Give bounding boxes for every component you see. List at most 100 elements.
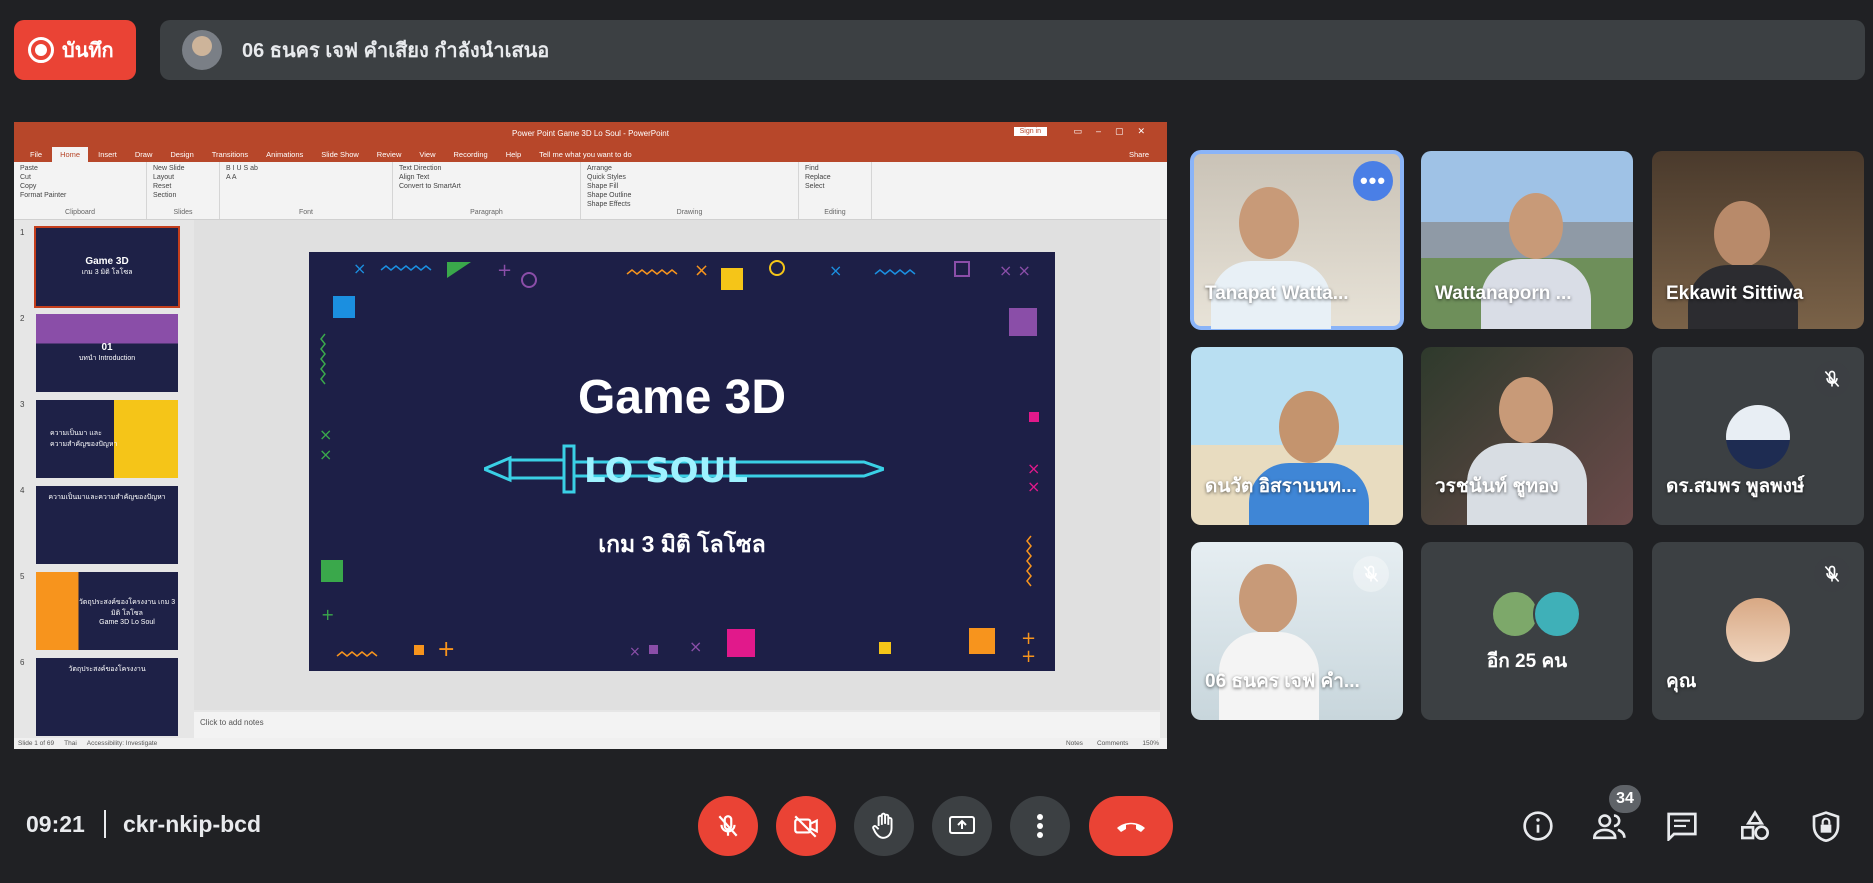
thumbnail-sub: Game 3D Lo Soul	[99, 618, 155, 626]
status-comments[interactable]: Comments	[1097, 740, 1128, 747]
mic-muted-icon	[1353, 556, 1389, 592]
ppt-tab-home[interactable]: Home	[52, 147, 89, 162]
info-icon	[1523, 811, 1553, 841]
more-options-icon[interactable]: •••	[1353, 161, 1393, 201]
thumbnail-number: 3	[20, 400, 25, 409]
svg-text:+: +	[321, 605, 334, 624]
ribbon-cut[interactable]: Cut	[20, 174, 140, 181]
thumbnail-row[interactable]: 1 Game 3D เกม 3 มิติ โลโซล	[20, 226, 184, 308]
participant-tile[interactable]: ••• Tanapat Watta...	[1190, 150, 1404, 330]
presenter-banner: 06 ธนคร เจฟ คำเสียง กำลังนำเสนอ	[160, 20, 1865, 80]
host-controls-button[interactable]	[1806, 806, 1846, 846]
thumbnail-row[interactable]: 3 ความเป็นมา และ ความสำคัญของปัญหา	[20, 400, 184, 478]
thumbnail-row[interactable]: 6 วัตถุประสงค์ของโครงงาน	[20, 658, 184, 736]
slide-thumbnail[interactable]: ความเป็นมา และ ความสำคัญของปัญหา	[36, 400, 178, 478]
slide-thumbnail[interactable]: 01 บทนำ Introduction	[36, 314, 178, 392]
ppt-tell-me[interactable]: Tell me what you want to do	[531, 147, 640, 162]
svg-text:×: ×	[694, 260, 709, 281]
meeting-info-button[interactable]	[1518, 806, 1558, 846]
ppt-ribbon: Paste Cut Copy Format Painter Clipboard …	[14, 162, 1167, 220]
ribbon-shape-fill[interactable]: Shape Fill	[587, 183, 792, 190]
thumbnail-title: ความเป็นมา และ ความสำคัญของปัญหา	[50, 430, 118, 448]
ribbon-reset[interactable]: Reset	[153, 183, 213, 190]
ribbon-smartart[interactable]: Convert to SmartArt	[399, 183, 574, 190]
slide-subtitle: เกม 3 มิติ โลโซล	[598, 531, 766, 557]
participant-tile[interactable]: ดร.สมพร พูลพงษ์	[1652, 347, 1864, 525]
chat-button[interactable]	[1662, 806, 1702, 846]
participant-name: วรชนันท์ ชูทอง	[1435, 476, 1559, 497]
ppt-tab-help[interactable]: Help	[498, 147, 529, 162]
ribbon-align-text[interactable]: Align Text	[399, 174, 574, 181]
ribbon-shape-outline[interactable]: Shape Outline	[587, 192, 792, 199]
ppt-tab-recording[interactable]: Recording	[446, 147, 496, 162]
ppt-tab-insert[interactable]: Insert	[90, 147, 125, 162]
slide-thumbnail[interactable]: วัตถุประสงค์ของโครงงาน	[36, 658, 178, 736]
notes-pane[interactable]: Click to add notes	[194, 712, 1160, 738]
status-language: Thai	[64, 740, 77, 747]
participant-avatar	[1533, 590, 1581, 638]
thumbnail-row[interactable]: 2 01 บทนำ Introduction	[20, 314, 184, 392]
thumbnail-title: วัตถุประสงค์ของโครงงาน เกม 3 มิติ โลโซล	[78, 598, 176, 617]
status-notes[interactable]: Notes	[1066, 740, 1083, 747]
svg-text:+: +	[1021, 646, 1036, 667]
more-participants-count: อีก 25 คน	[1486, 651, 1568, 672]
ppt-tab-view[interactable]: View	[411, 147, 443, 162]
slide-thumbnail[interactable]: วัตถุประสงค์ของโครงงาน เกม 3 มิติ โลโซล …	[36, 572, 178, 650]
mic-toggle-button[interactable]	[698, 796, 758, 856]
window-controls-icon[interactable]: ▭–▢✕	[1073, 126, 1159, 137]
ribbon-layout[interactable]: Layout	[153, 174, 213, 181]
ribbon-text-direction[interactable]: Text Direction	[399, 165, 574, 172]
svg-text:×: ×	[319, 445, 332, 464]
status-accessibility[interactable]: Accessibility: Investigate	[87, 740, 157, 747]
mic-muted-icon	[1814, 556, 1850, 592]
ribbon-shape-effects[interactable]: Shape Effects	[587, 201, 792, 208]
participant-tile[interactable]: วรชนันท์ ชูทอง	[1421, 347, 1633, 525]
ppt-tab-review[interactable]: Review	[369, 147, 410, 162]
participant-tile[interactable]: อีก 25 คน	[1421, 542, 1633, 720]
participant-tile[interactable]: 06 ธนคร เจฟ คำ...	[1191, 542, 1403, 720]
ribbon-group-label: Drawing	[676, 209, 703, 216]
ribbon-paste[interactable]: Paste	[20, 165, 140, 172]
more-options-button[interactable]	[1010, 796, 1070, 856]
ppt-tab-file[interactable]: File	[22, 147, 50, 162]
thumbnail-row[interactable]: 4 ความเป็นมาและความสำคัญของปัญหา	[20, 486, 184, 564]
participant-tile[interactable]: คุณ	[1652, 542, 1864, 720]
record-button[interactable]: บันทึก	[14, 20, 136, 80]
svg-text:×: ×	[829, 261, 842, 280]
activities-button[interactable]	[1735, 806, 1775, 846]
ppt-share-button[interactable]: Share	[1121, 147, 1157, 162]
ribbon-find[interactable]: Find	[805, 165, 865, 172]
ppt-tab-animations[interactable]: Animations	[258, 147, 311, 162]
slide-thumbnail[interactable]: Game 3D เกม 3 มิติ โลโซล	[34, 226, 180, 308]
leave-call-button[interactable]	[1089, 796, 1173, 856]
participant-tile[interactable]: ดนวัต อิสรานนท...	[1191, 347, 1403, 525]
ribbon-new-slide[interactable]: New Slide	[153, 165, 213, 172]
camera-toggle-button[interactable]	[776, 796, 836, 856]
slide-thumbnail[interactable]: ความเป็นมาและความสำคัญของปัญหา	[36, 486, 178, 564]
ppt-tab-transitions[interactable]: Transitions	[204, 147, 256, 162]
people-icon	[1593, 814, 1626, 840]
ppt-tab-draw[interactable]: Draw	[127, 147, 161, 162]
sword-logo-text: LO SOUL	[584, 451, 748, 491]
ppt-tab-design[interactable]: Design	[162, 147, 201, 162]
ribbon-replace[interactable]: Replace	[805, 174, 865, 181]
ribbon-font-size[interactable]: A A	[226, 174, 386, 181]
participant-tile[interactable]: Ekkawit Sittiwa	[1652, 151, 1864, 329]
ppt-ribbon-tabs: File Home Insert Draw Design Transitions…	[14, 144, 1167, 162]
ribbon-format-painter[interactable]: Format Painter	[20, 192, 140, 199]
status-zoom[interactable]: 150%	[1142, 740, 1159, 747]
ribbon-quick-styles[interactable]: Quick Styles	[587, 174, 792, 181]
ppt-signin-button[interactable]: Sign in	[1013, 127, 1047, 136]
ribbon-arrange[interactable]: Arrange	[587, 165, 792, 172]
thumbnail-row[interactable]: 5 วัตถุประสงค์ของโครงงาน เกม 3 มิติ โลโซ…	[20, 572, 184, 650]
ribbon-section[interactable]: Section	[153, 192, 213, 199]
ribbon-font-styles[interactable]: B I U S ab	[226, 165, 386, 172]
ribbon-group-slides: New Slide Layout Reset Section Slides	[147, 162, 220, 219]
raise-hand-button[interactable]	[854, 796, 914, 856]
participant-tile[interactable]: Wattanaporn ...	[1421, 151, 1633, 329]
ribbon-copy[interactable]: Copy	[20, 183, 140, 190]
participant-name: Ekkawit Sittiwa	[1666, 283, 1804, 304]
ribbon-select[interactable]: Select	[805, 183, 865, 190]
ppt-tab-slideshow[interactable]: Slide Show	[313, 147, 367, 162]
present-screen-button[interactable]	[932, 796, 992, 856]
